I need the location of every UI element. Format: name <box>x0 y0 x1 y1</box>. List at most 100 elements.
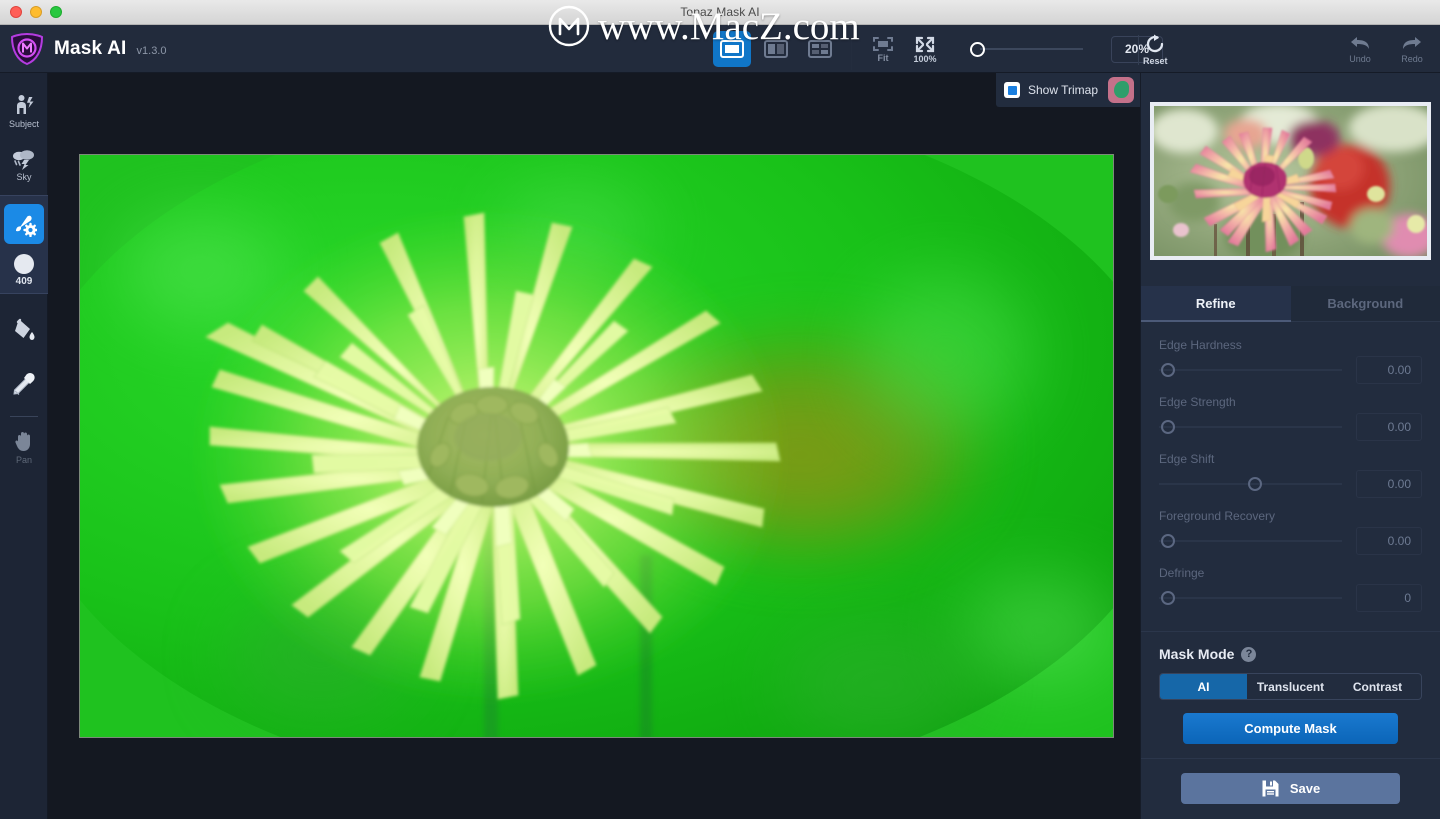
expand-icon <box>915 36 935 52</box>
slider-label: Edge Strength <box>1159 395 1236 409</box>
save-label: Save <box>1289 781 1321 796</box>
reset-divider <box>1138 35 1139 65</box>
view-toolbar: Fit 100% 20% <box>713 25 1163 73</box>
app-name: Mask AI <box>54 37 127 59</box>
sidebar-label-subject: Subject <box>8 119 40 129</box>
save-section: Save <box>1141 758 1440 819</box>
slider-knob[interactable] <box>1160 534 1175 548</box>
image-canvas[interactable] <box>48 73 1140 819</box>
compute-mask-button[interactable]: Compute Mask <box>1183 713 1398 744</box>
mask-mode-header: Mask Mode ? <box>1159 646 1422 662</box>
slider-track[interactable] <box>1159 426 1342 428</box>
slider-label: Edge Shift <box>1159 452 1215 466</box>
fit-label: Fit <box>877 52 889 63</box>
right-panel: Refine Background Edge Hardness 0.00 Edg… <box>1140 73 1440 819</box>
app-window: Topaz Mask AI www.MacZ.com Mask AI v1.3.… <box>0 0 1440 819</box>
slider-value[interactable]: 0.00 <box>1356 356 1422 384</box>
sidebar-item-sky[interactable]: Sky <box>0 141 48 189</box>
trimap-thumbnail-shape <box>1114 81 1130 98</box>
zoom-knob[interactable] <box>970 42 985 57</box>
mask-mode-translucent[interactable]: Translucent <box>1247 674 1334 699</box>
pan-hand-icon <box>15 432 30 451</box>
show-trimap-label: Show Trimap <box>1028 83 1099 97</box>
brush-size-value: 409 <box>15 276 33 287</box>
slider-value[interactable]: 0.00 <box>1356 527 1422 555</box>
window-titlebar: Topaz Mask AI <box>0 0 1440 25</box>
undo-button[interactable]: Undo <box>1345 34 1375 64</box>
slider-value[interactable]: 0 <box>1356 584 1422 612</box>
quad-view-icon <box>808 40 832 58</box>
preview-image[interactable] <box>1150 102 1431 260</box>
sidebar-item-subject[interactable]: Subject <box>0 87 48 135</box>
slider-value[interactable]: 0.00 <box>1356 470 1422 498</box>
canvas-image[interactable] <box>79 154 1114 738</box>
slider-track[interactable] <box>1159 540 1342 542</box>
slider-knob[interactable] <box>1247 477 1262 491</box>
trimap-thumbnail[interactable] <box>1108 77 1135 103</box>
app-brand: Mask AI v1.3.0 <box>0 32 166 66</box>
slider-knob[interactable] <box>1160 591 1175 605</box>
brush-size-control[interactable]: 409 <box>0 248 48 287</box>
mask-mode-section: Mask Mode ? AI Translucent Contrast Comp… <box>1141 631 1440 744</box>
save-disk-icon <box>1262 780 1279 797</box>
single-view-button[interactable] <box>713 31 751 67</box>
slider-label: Defringe <box>1159 566 1205 580</box>
undo-redo-group: Undo Redo <box>1345 25 1427 73</box>
help-icon[interactable]: ? <box>1241 646 1257 662</box>
save-button[interactable]: Save <box>1181 773 1400 804</box>
undo-label: Undo <box>1349 54 1371 64</box>
sky-icon <box>13 150 34 170</box>
split-view-button[interactable] <box>757 31 795 67</box>
slider-edge-shift: Edge Shift 0.00 <box>1159 452 1422 498</box>
preview-dahlia-illustration <box>1154 106 1427 256</box>
mask-mode-title: Mask Mode <box>1159 646 1235 662</box>
reset-label: Reset <box>1143 55 1168 66</box>
quad-view-button[interactable] <box>801 31 839 67</box>
sidebar-label-pan: Pan <box>15 455 32 465</box>
preview-section <box>1141 73 1440 260</box>
redo-icon <box>1403 37 1421 49</box>
slider-track[interactable] <box>1159 369 1342 371</box>
slider-foreground-recovery: Foreground Recovery 0.00 <box>1159 509 1422 555</box>
tab-background[interactable]: Background <box>1290 286 1440 322</box>
slider-label: Edge Hardness <box>1159 338 1242 352</box>
dahlia-flower-overlay <box>190 205 790 705</box>
zoom-slider[interactable] <box>970 40 1083 58</box>
mask-ai-logo-icon <box>10 32 44 65</box>
slider-track[interactable] <box>1159 597 1342 599</box>
sidebar-item-eyedropper[interactable] <box>0 360 48 408</box>
fit-icon <box>873 36 893 51</box>
slider-knob[interactable] <box>1160 420 1175 434</box>
app-header: Mask AI v1.3.0 Fit 100% 20% Reset Undo R… <box>0 25 1440 73</box>
zoom-track <box>980 48 1083 50</box>
brush-settings-icon <box>16 215 37 237</box>
slider-label: Foreground Recovery <box>1159 509 1276 523</box>
single-view-icon <box>720 40 744 58</box>
show-trimap-checkbox[interactable] <box>1004 82 1020 98</box>
fill-bucket-icon <box>15 318 35 340</box>
slider-defringe: Defringe 0 <box>1159 566 1422 612</box>
sidebar-item-brush[interactable] <box>0 200 48 248</box>
mask-mode-contrast[interactable]: Contrast <box>1334 674 1421 699</box>
split-view-icon <box>764 40 788 58</box>
actual-size-button[interactable]: 100% <box>904 28 946 70</box>
redo-button[interactable]: Redo <box>1397 34 1427 64</box>
sidebar-divider <box>9 416 38 417</box>
slider-edge-strength: Edge Strength 0.00 <box>1159 395 1422 441</box>
mask-mode-ai[interactable]: AI <box>1160 674 1247 699</box>
tab-refine[interactable]: Refine <box>1141 286 1291 322</box>
app-version: v1.3.0 <box>136 45 167 57</box>
eyedropper-icon <box>13 372 35 395</box>
mask-mode-segmented-control: AI Translucent Contrast <box>1159 673 1422 700</box>
tools-sidebar: Subject Sky 409 Pan <box>0 73 48 819</box>
redo-label: Redo <box>1401 54 1423 64</box>
fit-button[interactable]: Fit <box>862 28 904 70</box>
reset-button[interactable]: Reset <box>1143 25 1168 73</box>
refine-sliders: Edge Hardness 0.00 Edge Strength 0.00 Ed… <box>1141 322 1440 623</box>
slider-knob[interactable] <box>1160 363 1175 377</box>
brush-tool-group: 409 <box>0 195 48 294</box>
slider-value[interactable]: 0.00 <box>1356 413 1422 441</box>
sidebar-item-fill[interactable] <box>0 306 48 354</box>
zoom-control: 20% <box>970 35 1163 63</box>
sidebar-item-pan[interactable]: Pan <box>0 423 48 471</box>
